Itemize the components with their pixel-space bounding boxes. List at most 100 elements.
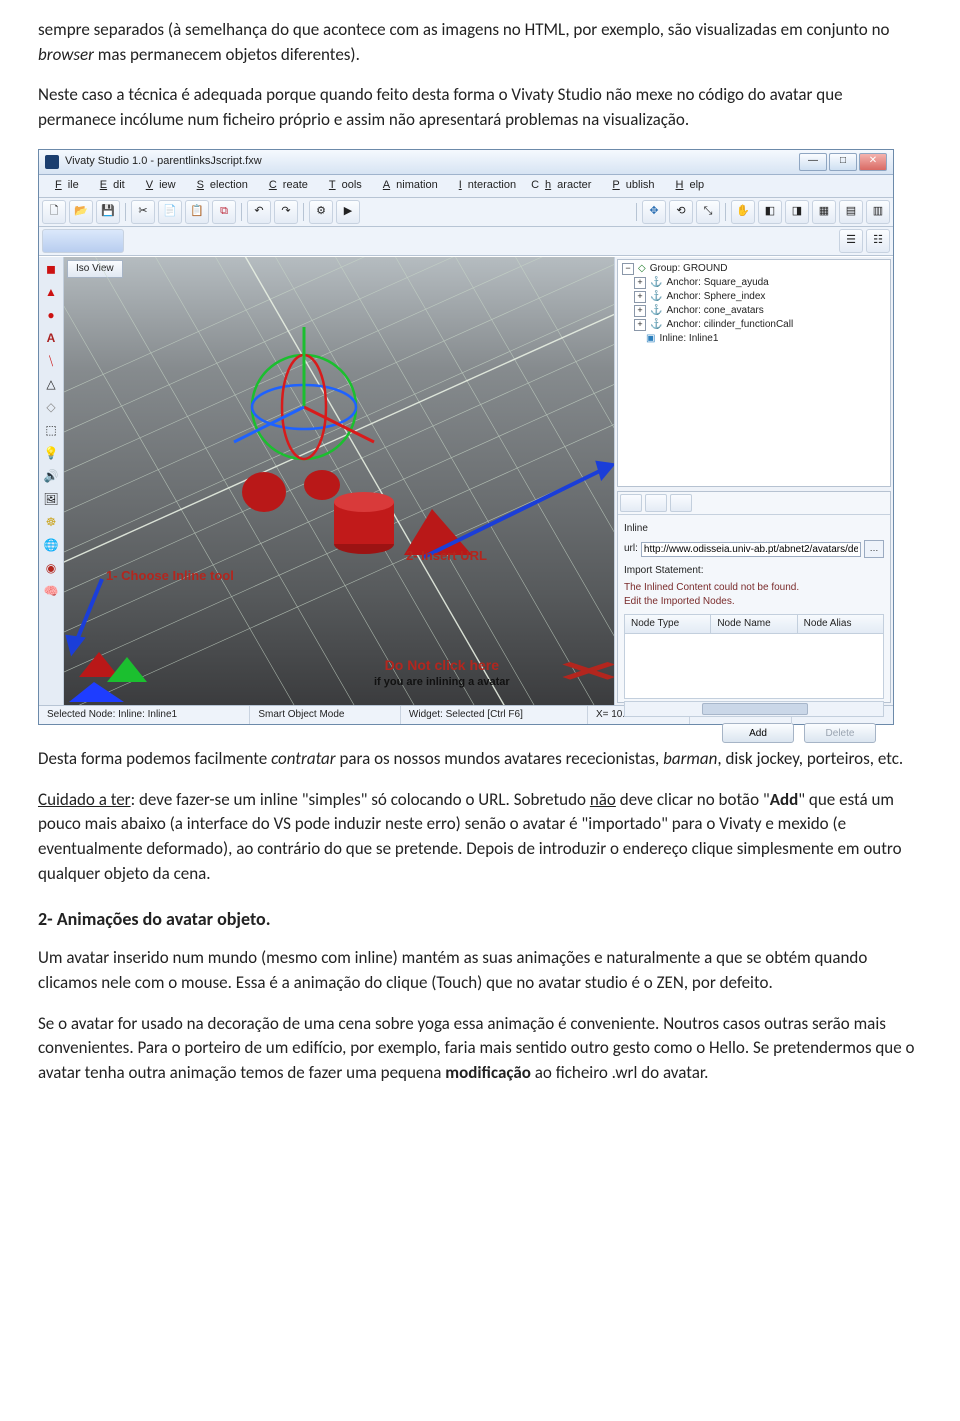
tree-anchor-0[interactable]: Anchor: Square_ayuda [666,276,768,290]
tool-tree-toggle[interactable]: ☰ [839,229,863,253]
tool-b5[interactable]: ▥ [866,200,890,224]
tree-anchor-3[interactable]: Anchor: cilinder_functionCall [666,318,793,332]
palette-wheel-icon[interactable]: ☸ [41,513,61,533]
palette-inline-icon[interactable]: 🌐 [41,536,61,556]
tool-b2[interactable]: ◨ [785,200,809,224]
title-bar: Vivaty Studio 1.0 - parentlinksJscript.f… [39,150,893,175]
palette-paint-icon[interactable]: ⬚ [41,421,61,441]
app-icon [45,155,59,169]
col-node-alias[interactable]: Node Alias [798,615,883,634]
palette-edit-icon[interactable]: ◇ [41,398,61,418]
annotation-3-sub: if you are inlining a avatar [374,675,510,691]
menu-interaction[interactable]: Interaction [447,177,522,195]
menu-view[interactable]: View [134,177,182,195]
menu-animation[interactable]: Animation [371,177,444,195]
tool-save[interactable]: 💾 [96,200,120,224]
tool-copy[interactable]: 📄 [158,200,182,224]
tool-redo[interactable]: ↷ [274,200,298,224]
palette-brain-icon[interactable]: 🧠 [41,582,61,602]
menu-bar: File Edit View Selection Create Tools An… [39,175,893,198]
annotation-1: 1- Choose Inline tool [106,567,234,586]
p1-part2: mas permanecem objetos diferentes). [94,44,360,65]
col-node-name[interactable]: Node Name [711,615,797,634]
prop-tool-3[interactable] [670,494,692,512]
palette-text-icon[interactable]: A [41,329,61,349]
menu-tools[interactable]: Tools [317,177,368,195]
url-label: url: [624,542,638,557]
tool-rotate[interactable]: ⟲ [669,200,693,224]
menu-publish[interactable]: Publish [600,177,660,195]
viewport-3d[interactable]: Iso View [64,257,614,705]
p1-italic: browser [38,44,94,65]
tool-b4[interactable]: ▤ [839,200,863,224]
status-mode: Smart Object Mode [250,706,401,725]
node-table-header: Node Type Node Name Node Alias [624,614,884,635]
node-table-body[interactable] [624,634,884,699]
horizontal-scrollbar[interactable] [624,701,884,717]
heading-2: 2- Animações do avatar objeto. [38,906,922,932]
minimize-button[interactable]: — [799,153,827,171]
paragraph-6: Se o avatar for usado na decoração de um… [38,1012,922,1086]
toolbar-row-2: ☰ ☷ [39,227,893,256]
tool-open[interactable]: 📂 [69,200,93,224]
palette-anchor-icon[interactable]: ◉ [41,559,61,579]
tool-cut[interactable]: ✂ [131,200,155,224]
col-node-type[interactable]: Node Type [625,615,711,634]
tool-prop-toggle[interactable]: ☷ [866,229,890,253]
menu-edit[interactable]: Edit [88,177,131,195]
tool-play[interactable]: ▶ [336,200,360,224]
left-palette: ◼ ▲ ● A ⧹ △ ◇ ⬚ 💡 🔊 🖼 ☸ 🌐 ◉ 🧠 [39,257,64,705]
status-widget: Widget: Selected [Ctrl F6] [401,706,588,725]
grid-svg [64,257,614,705]
tool-group[interactable]: ⧉ [212,200,236,224]
tool-b1[interactable]: ◧ [758,200,782,224]
palette-sphere-icon[interactable]: ● [41,306,61,326]
right-panel: −◇Group: GROUND +⚓Anchor: Square_ayuda +… [614,257,893,705]
browse-button[interactable]: … [864,540,884,558]
palette-poly-icon[interactable]: △ [41,375,61,395]
menu-help[interactable]: Help [664,177,711,195]
maximize-button[interactable]: □ [829,153,857,171]
menu-create[interactable]: Create [257,177,314,195]
palette-light-icon[interactable]: 💡 [41,444,61,464]
inline-section-label: Inline [624,522,884,537]
palette-sound-icon[interactable]: 🔊 [41,467,61,487]
toolbar-row-1: 🗋 📂 💾 ✂ 📄 📋 ⧉ ↶ ↷ ⚙ ▶ ✥ ⟲ ⤡ ✋ ◧ ◨ ▦ ▤ ▥ [39,198,893,227]
app-window: Vivaty Studio 1.0 - parentlinksJscript.f… [38,149,894,725]
annotation-2: 2- Insert URL [406,547,487,566]
tool-b3[interactable]: ▦ [812,200,836,224]
tree-anchor-2[interactable]: Anchor: cone_avatars [666,304,763,318]
menu-file[interactable]: File [43,177,85,195]
property-toolbar [618,492,890,515]
tool-pan[interactable]: ✋ [731,200,755,224]
tool-mode[interactable] [42,229,124,253]
tree-group[interactable]: Group: GROUND [650,262,728,276]
tool-prefs[interactable]: ⚙ [309,200,333,224]
palette-cube-icon[interactable]: ◼ [41,260,61,280]
palette-image-icon[interactable]: 🖼 [41,490,61,510]
menu-character[interactable]: Character [525,177,597,195]
add-button[interactable]: Add [722,723,794,743]
tool-new[interactable]: 🗋 [42,200,66,224]
p1-part1: sempre separados (à semelhança do que ac… [38,19,889,40]
tool-move[interactable]: ✥ [642,200,666,224]
prop-tool-2[interactable] [645,494,667,512]
tree-anchor-1[interactable]: Anchor: Sphere_index [666,290,765,304]
url-input[interactable] [641,542,861,557]
menu-selection[interactable]: Selection [185,177,254,195]
prop-tool-1[interactable] [620,494,642,512]
tool-undo[interactable]: ↶ [247,200,271,224]
delete-button[interactable]: Delete [804,723,876,743]
tree-inline[interactable]: Inline: Inline1 [659,332,718,346]
palette-line-icon[interactable]: ⧹ [41,352,61,372]
tool-scale[interactable]: ⤡ [696,200,720,224]
property-panel: Inline url: … Import Statement: The Inli… [617,491,891,703]
client-area: ◼ ▲ ● A ⧹ △ ◇ ⬚ 💡 🔊 🖼 ☸ 🌐 ◉ 🧠 Iso View [39,256,893,705]
paragraph-4: Cuidado a ter: deve fazer-se um inline "… [38,788,922,887]
paragraph-3: Desta forma podemos facilmente contratar… [38,747,922,772]
tool-paste[interactable]: 📋 [185,200,209,224]
close-button[interactable]: ✕ [859,153,887,171]
scene-tree[interactable]: −◇Group: GROUND +⚓Anchor: Square_ayuda +… [617,259,891,487]
import-label: Import Statement: [624,564,884,579]
palette-cone-icon[interactable]: ▲ [41,283,61,303]
